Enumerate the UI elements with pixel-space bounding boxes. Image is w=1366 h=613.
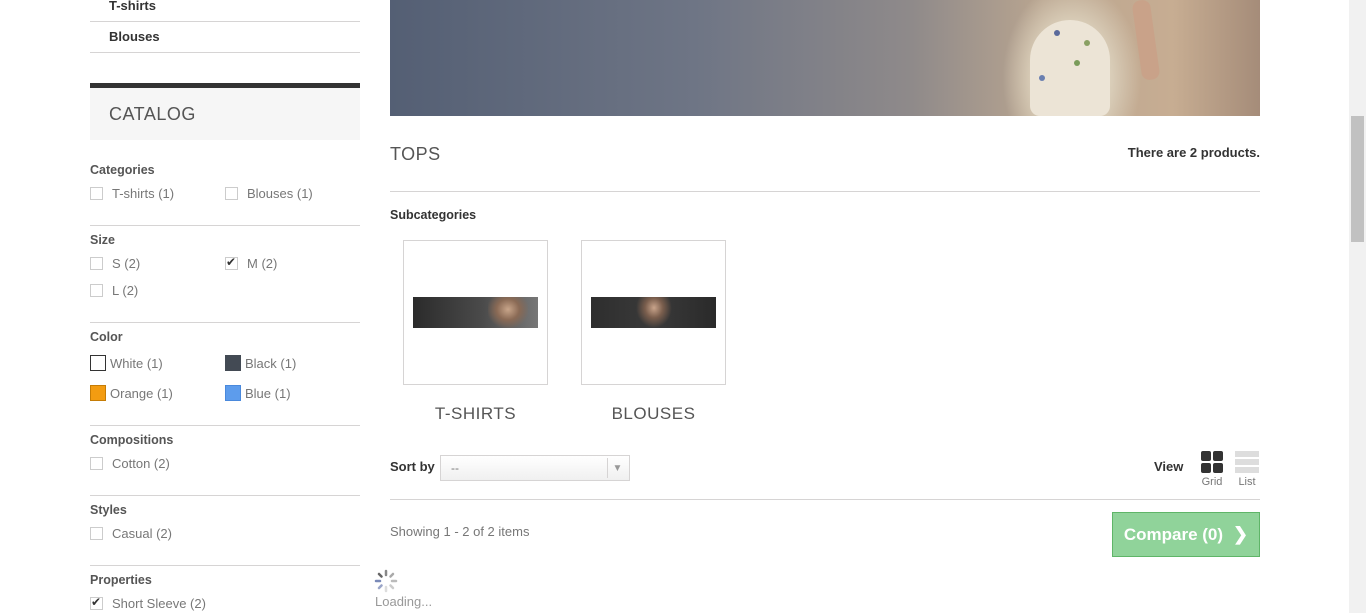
sort-label: Sort by (390, 459, 435, 474)
option-label: Blouses (1) (247, 186, 313, 201)
color-swatch-white[interactable] (90, 355, 106, 371)
sort-value: -- (451, 461, 459, 475)
view-label: View (1154, 459, 1184, 474)
option-label: S (2) (112, 256, 141, 271)
chevron-right-icon: ❯ (1233, 524, 1249, 544)
banner-pattern-dot (1039, 75, 1045, 81)
compare-label: Compare (0) (1123, 524, 1224, 544)
option-label: White (1) (110, 355, 163, 371)
list-icon[interactable] (1235, 451, 1259, 473)
filter-title-size: Size (90, 233, 116, 247)
filter-title-properties: Properties (90, 573, 152, 587)
divider (390, 191, 1260, 192)
catalog-title: CATALOG (109, 104, 196, 124)
loading-text: Loading... (375, 594, 433, 609)
filter-color-black[interactable]: Black (1) (225, 355, 296, 371)
checkbox[interactable] (225, 187, 238, 200)
subcategory-blouses-image[interactable] (581, 240, 726, 385)
spinner-icon (374, 569, 398, 593)
checkbox[interactable] (90, 457, 103, 470)
banner-dress-shape (1030, 20, 1110, 116)
filter-option-blouses[interactable]: Blouses (1) (225, 186, 313, 201)
divider (90, 225, 360, 226)
filter-title-color: Color (90, 330, 123, 344)
view-list-label: List (1238, 476, 1256, 488)
filter-option-cotton[interactable]: Cotton (2) (90, 456, 170, 471)
option-label: Short Sleeve (2) (112, 596, 206, 611)
filter-color-blue[interactable]: Blue (1) (225, 385, 291, 401)
catalog-header: CATALOG (90, 83, 360, 140)
check-icon[interactable] (90, 595, 103, 610)
subcategory-tshirts-image[interactable] (403, 240, 548, 385)
filter-title-compositions: Compositions (90, 433, 174, 447)
color-swatch-orange[interactable] (90, 385, 106, 401)
banner-pattern-dot (1084, 40, 1090, 46)
showing-count: Showing 1 - 2 of 2 items (390, 524, 530, 539)
subcategory-blouses-link[interactable]: BLOUSES (581, 404, 726, 424)
checkbox[interactable] (90, 257, 103, 270)
color-swatch-black[interactable] (225, 355, 241, 371)
divider (90, 52, 360, 53)
grid-icon[interactable] (1201, 451, 1223, 473)
sidebar-link-tshirts[interactable]: T-shirts (109, 0, 156, 13)
subcategories-heading: Subcategories (390, 208, 477, 222)
option-label: Black (1) (245, 355, 297, 371)
subcategory-tshirts-link[interactable]: T-SHIRTS (403, 404, 548, 424)
divider (90, 425, 360, 426)
category-banner-image (390, 0, 1260, 116)
divider (90, 495, 360, 496)
checkbox[interactable] (90, 187, 103, 200)
banner-pattern-dot (1074, 60, 1080, 66)
view-grid-button[interactable]: Grid (1197, 451, 1227, 488)
filter-option-size-m[interactable]: M (2) (225, 255, 278, 271)
banner-pattern-dot (1054, 30, 1060, 36)
check-icon[interactable] (225, 255, 238, 270)
option-label: Cotton (2) (112, 456, 170, 471)
checkbox[interactable] (90, 527, 103, 540)
filter-title-categories: Categories (90, 163, 155, 177)
option-label: Casual (2) (112, 526, 172, 541)
filter-option-tshirts[interactable]: T-shirts (1) (90, 186, 174, 201)
sidebar-link-blouses[interactable]: Blouses (109, 29, 160, 44)
subcategory-thumbnail (591, 297, 716, 328)
divider (90, 565, 360, 566)
option-label: T-shirts (1) (112, 186, 175, 201)
filter-option-size-s[interactable]: S (2) (90, 256, 140, 271)
subcategory-thumbnail (413, 297, 538, 328)
color-swatch-blue[interactable] (225, 385, 241, 401)
filter-option-size-l[interactable]: L (2) (90, 283, 138, 298)
product-count: There are 2 products. (1127, 145, 1260, 160)
scrollbar-thumb[interactable] (1351, 116, 1364, 242)
filter-option-casual[interactable]: Casual (2) (90, 526, 172, 541)
filter-color-orange[interactable]: Orange (1) (90, 385, 173, 401)
option-label: M (2) (247, 256, 278, 271)
view-list-button[interactable]: List (1232, 451, 1262, 488)
option-label: Blue (1) (245, 385, 291, 401)
divider (90, 21, 360, 22)
sort-select[interactable]: -- ▼ (440, 455, 630, 481)
option-label: Orange (1) (110, 385, 173, 401)
filter-option-short-sleeve[interactable]: Short Sleeve (2) (90, 595, 206, 611)
filter-color-white[interactable]: White (1) (90, 355, 163, 371)
checkbox[interactable] (90, 284, 103, 297)
scrollbar-track[interactable] (1349, 0, 1366, 613)
divider (90, 322, 360, 323)
view-grid-label: Grid (1201, 476, 1223, 488)
divider (390, 499, 1260, 500)
option-label: L (2) (112, 283, 139, 298)
category-title: TOPS (390, 144, 441, 164)
compare-button[interactable]: Compare (0) ❯ (1112, 512, 1260, 557)
chevron-down-icon[interactable]: ▼ (607, 458, 627, 478)
filter-title-styles: Styles (90, 503, 127, 517)
